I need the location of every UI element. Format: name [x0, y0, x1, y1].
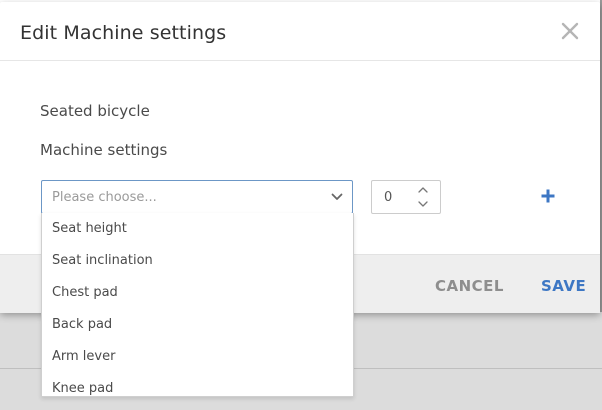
option-seat-height[interactable]: Seat height	[42, 213, 353, 245]
setting-value-input[interactable]: 0	[371, 180, 441, 214]
add-setting-button[interactable]	[540, 188, 556, 204]
chevron-down-icon	[331, 193, 343, 200]
machine-name: Seated bicycle	[40, 102, 150, 120]
option-chest-pad[interactable]: Chest pad	[42, 277, 353, 309]
close-icon	[561, 22, 579, 40]
option-arm-lever[interactable]: Arm lever	[42, 341, 353, 373]
dialog-header: Edit Machine settings	[0, 2, 600, 61]
option-seat-inclination[interactable]: Seat inclination	[42, 245, 353, 277]
cancel-button[interactable]: CANCEL	[435, 277, 504, 295]
plus-icon	[541, 189, 555, 203]
setting-options-list: Seat height Seat inclination Chest pad B…	[41, 213, 354, 397]
setting-select-placeholder: Please choose...	[52, 190, 157, 205]
setting-select[interactable]: Please choose...	[41, 180, 353, 214]
spin-up-icon[interactable]	[417, 185, 429, 195]
option-back-pad[interactable]: Back pad	[42, 309, 353, 341]
option-knee-pad[interactable]: Knee pad	[42, 373, 353, 396]
setting-value: 0	[384, 190, 393, 205]
machine-settings-label: Machine settings	[40, 141, 168, 159]
close-button[interactable]	[559, 20, 581, 42]
spin-down-icon[interactable]	[417, 199, 429, 209]
save-button[interactable]: SAVE	[541, 277, 586, 295]
dialog-title: Edit Machine settings	[20, 22, 227, 44]
